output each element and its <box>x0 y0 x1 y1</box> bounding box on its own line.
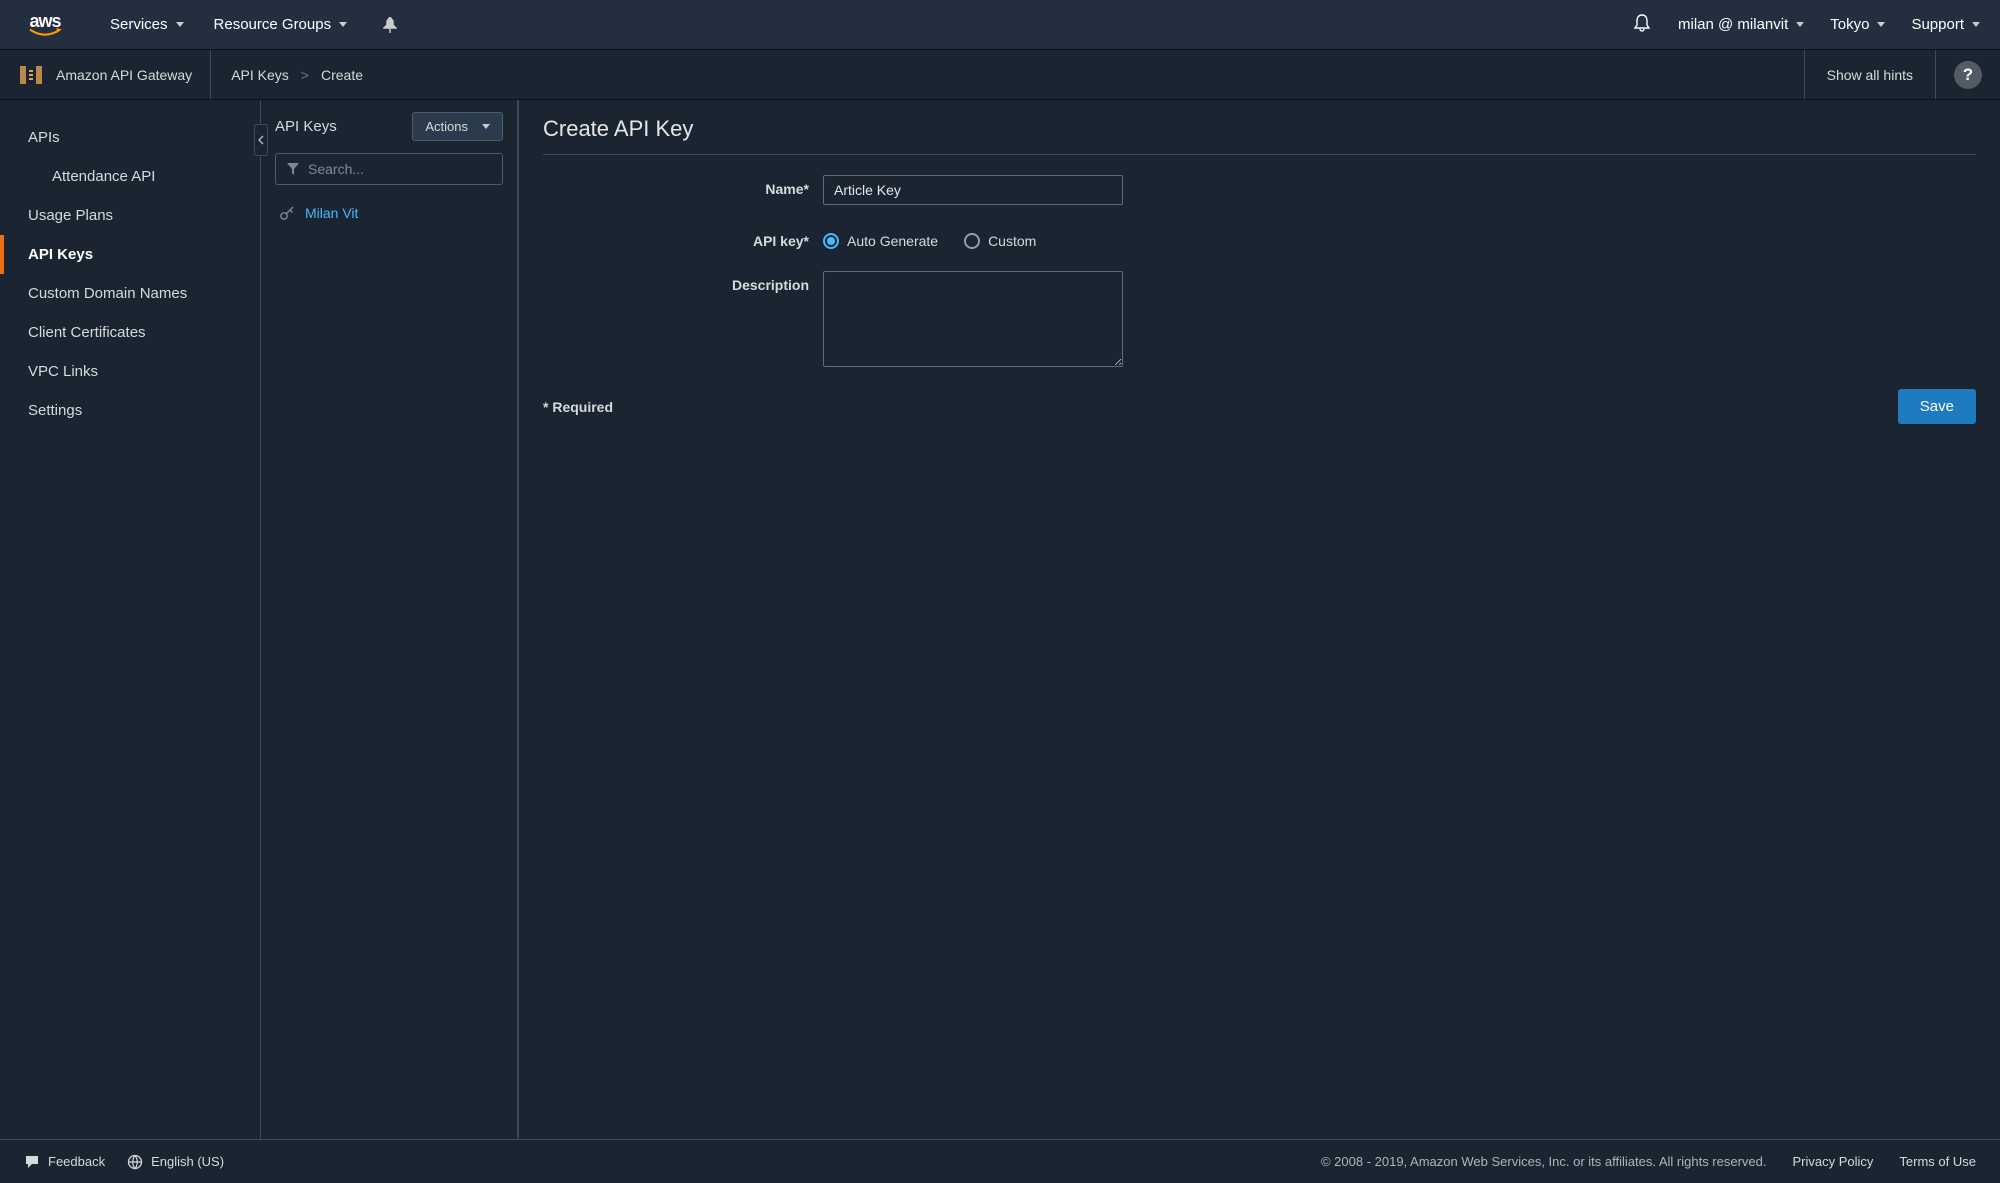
breadcrumb: API Keys > Create <box>211 67 363 83</box>
caret-down-icon <box>1972 22 1980 27</box>
sidebar-item-client-certificates[interactable]: Client Certificates <box>0 313 260 352</box>
services-label: Services <box>110 16 168 33</box>
search-input[interactable] <box>308 161 492 177</box>
help-icon: ? <box>1954 61 1982 89</box>
account-menu[interactable]: milan @ milanvit <box>1678 16 1804 33</box>
description-label: Description <box>543 271 823 293</box>
caret-down-icon <box>482 124 490 129</box>
search-wrap[interactable] <box>275 153 503 185</box>
topnav-right: milan @ milanvit Tokyo Support <box>1632 13 1980 36</box>
save-button[interactable]: Save <box>1898 389 1976 424</box>
region-menu[interactable]: Tokyo <box>1830 16 1885 33</box>
pin-button[interactable] <box>383 17 397 33</box>
breadcrumb-item-create[interactable]: Create <box>321 67 363 83</box>
radio-auto-generate[interactable]: Auto Generate <box>823 233 938 249</box>
sub-header: Amazon API Gateway API Keys > Create Sho… <box>0 50 2000 100</box>
account-label: milan @ milanvit <box>1678 16 1788 33</box>
service-name: Amazon API Gateway <box>56 67 192 83</box>
aws-swoosh-icon <box>26 28 64 38</box>
breadcrumb-item-apikeys[interactable]: API Keys <box>231 67 289 83</box>
filter-icon <box>286 162 300 176</box>
key-icon <box>279 205 295 221</box>
chat-icon <box>24 1154 40 1170</box>
privacy-policy-link[interactable]: Privacy Policy <box>1793 1154 1874 1169</box>
resource-groups-menu[interactable]: Resource Groups <box>214 16 348 33</box>
copyright-text: © 2008 - 2019, Amazon Web Services, Inc.… <box>1321 1154 1767 1169</box>
api-keys-panel-title: API Keys <box>275 118 337 135</box>
notifications-button[interactable] <box>1632 13 1652 36</box>
name-input[interactable] <box>823 175 1123 205</box>
actions-label: Actions <box>425 119 468 134</box>
service-badge[interactable]: Amazon API Gateway <box>0 50 211 99</box>
sidebar-nav: APIs Attendance API Usage Plans API Keys… <box>0 100 260 1139</box>
main-area: APIs Attendance API Usage Plans API Keys… <box>0 100 2000 1139</box>
language-label: English (US) <box>151 1154 224 1169</box>
sidebar-item-api-keys[interactable]: API Keys <box>0 235 260 274</box>
show-all-hints-link[interactable]: Show all hints <box>1804 50 1935 99</box>
region-label: Tokyo <box>1830 16 1869 33</box>
api-key-list-item[interactable]: Milan Vit <box>275 199 503 227</box>
caret-down-icon <box>1877 22 1885 27</box>
radio-checked-icon <box>823 233 839 249</box>
sidebar-item-vpc-links[interactable]: VPC Links <box>0 352 260 391</box>
api-key-item-label: Milan Vit <box>305 205 358 221</box>
services-menu[interactable]: Services <box>110 16 184 33</box>
help-button[interactable]: ? <box>1935 50 2000 99</box>
actions-button[interactable]: Actions <box>412 112 503 141</box>
api-key-radio-group: Auto Generate Custom <box>823 227 1036 249</box>
globe-icon <box>127 1154 143 1170</box>
radio-custom[interactable]: Custom <box>964 233 1036 249</box>
caret-down-icon <box>1796 22 1804 27</box>
collapse-sidebar-handle[interactable] <box>254 124 268 156</box>
footer: Feedback English (US) © 2008 - 2019, Ama… <box>0 1139 2000 1183</box>
content-area: Create API Key Name* API key* Auto Gener… <box>518 100 2000 1139</box>
api-key-label: API key* <box>543 227 823 249</box>
sidebar-item-attendance-api[interactable]: Attendance API <box>0 157 260 196</box>
radio-auto-label: Auto Generate <box>847 233 938 249</box>
required-note: * Required <box>543 399 613 415</box>
support-menu[interactable]: Support <box>1911 16 1980 33</box>
description-textarea[interactable] <box>823 271 1123 367</box>
aws-logo[interactable]: aws <box>20 11 70 38</box>
radio-custom-label: Custom <box>988 233 1036 249</box>
breadcrumb-separator: > <box>301 67 309 83</box>
resource-groups-label: Resource Groups <box>214 16 332 33</box>
caret-down-icon <box>339 22 347 27</box>
feedback-label: Feedback <box>48 1154 105 1169</box>
language-selector[interactable]: English (US) <box>127 1154 224 1170</box>
sidebar-item-apis[interactable]: APIs <box>0 118 260 157</box>
sidebar-item-usage-plans[interactable]: Usage Plans <box>0 196 260 235</box>
page-title: Create API Key <box>543 116 1976 155</box>
radio-unchecked-icon <box>964 233 980 249</box>
terms-of-use-link[interactable]: Terms of Use <box>1899 1154 1976 1169</box>
caret-down-icon <box>176 22 184 27</box>
name-label: Name* <box>543 175 823 197</box>
api-keys-panel: API Keys Actions Milan Vit <box>260 100 518 1139</box>
sidebar-item-custom-domain-names[interactable]: Custom Domain Names <box>0 274 260 313</box>
feedback-link[interactable]: Feedback <box>24 1154 105 1170</box>
bell-icon <box>1632 13 1652 33</box>
sidebar-item-settings[interactable]: Settings <box>0 391 260 430</box>
api-gateway-icon <box>18 62 44 88</box>
chevron-left-icon <box>258 135 264 145</box>
top-nav: aws Services Resource Groups milan @ mil… <box>0 0 2000 50</box>
support-label: Support <box>1911 16 1964 33</box>
pin-icon <box>383 17 397 33</box>
